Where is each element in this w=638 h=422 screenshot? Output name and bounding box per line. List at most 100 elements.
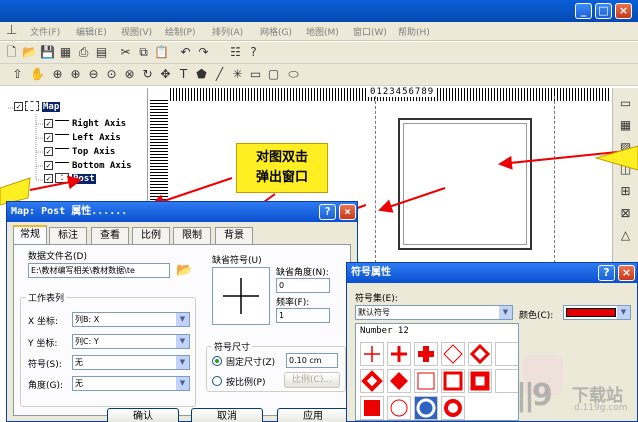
tab-view[interactable]: 查看 bbox=[91, 227, 129, 244]
symbol-square-outline[interactable] bbox=[414, 369, 438, 393]
menu-view[interactable]: 视图(V) bbox=[121, 25, 152, 38]
pan-hand-icon[interactable]: ✋ bbox=[30, 67, 45, 82]
minimize-button[interactable]: _ bbox=[575, 3, 592, 19]
move-icon[interactable]: ✥ bbox=[158, 67, 173, 82]
menu-window[interactable]: 窗口(W) bbox=[353, 25, 387, 38]
symbol-diamond-outline[interactable] bbox=[441, 342, 465, 366]
cancel-button[interactable]: 取消 bbox=[191, 408, 263, 422]
polygon-icon[interactable]: ⬟ bbox=[194, 67, 209, 82]
rotate-icon[interactable]: ↻ bbox=[140, 67, 155, 82]
palette-map-icon-5[interactable]: ⊞ bbox=[618, 184, 633, 199]
ellipse-icon[interactable]: ⬭ bbox=[286, 67, 301, 82]
palette-map-icon-6[interactable]: ⊠ bbox=[618, 206, 633, 221]
maximize-button[interactable]: □ bbox=[595, 3, 612, 19]
redo-icon[interactable]: ↷ bbox=[196, 45, 211, 60]
symbol-square-bold[interactable] bbox=[468, 369, 492, 393]
tab-general[interactable]: 常规 bbox=[13, 225, 47, 244]
chevron-down-icon[interactable]: ▼ bbox=[176, 335, 189, 348]
menu-file[interactable]: 文件(F) bbox=[30, 25, 60, 38]
symbol-circle-thick[interactable] bbox=[441, 396, 465, 420]
symbol-plus-bold[interactable] bbox=[414, 342, 438, 366]
default-symbol-preview[interactable] bbox=[212, 267, 270, 325]
color-select[interactable]: ▼ bbox=[563, 305, 631, 320]
palette-map-icon-3[interactable]: ▨ bbox=[618, 140, 633, 155]
symbol-square-thick[interactable] bbox=[441, 369, 465, 393]
menu-arrange[interactable]: 排列(A) bbox=[212, 25, 243, 38]
print-icon[interactable]: ⎙ bbox=[76, 45, 91, 60]
worksheet-icon[interactable]: ▦ bbox=[58, 45, 73, 60]
zoom-page-icon[interactable]: ⊗ bbox=[122, 67, 137, 82]
symbol-circle-outline[interactable] bbox=[387, 396, 411, 420]
menu-help[interactable]: 帮助(H) bbox=[398, 25, 430, 38]
chevron-down-icon[interactable]: ▼ bbox=[176, 356, 189, 369]
print-preview-icon[interactable]: ▤ bbox=[94, 45, 109, 60]
zoom-out-icon[interactable]: ⊖ bbox=[86, 67, 101, 82]
scale-button[interactable]: 比例(C)... bbox=[284, 372, 340, 388]
help-button[interactable]: ? bbox=[598, 265, 615, 281]
object-manager-icon[interactable]: ☷ bbox=[228, 45, 243, 60]
map-dialog-close-button[interactable]: × bbox=[339, 204, 356, 220]
palette-map-icon-7[interactable]: △ bbox=[618, 228, 633, 243]
default-angle-field[interactable]: 0 bbox=[276, 278, 330, 293]
y-coord-select[interactable]: 列C: Y ▼ bbox=[72, 334, 190, 349]
fixed-size-radio[interactable] bbox=[212, 356, 222, 366]
zoom-in-icon[interactable]: ⊕ bbox=[68, 67, 83, 82]
x-coord-select[interactable]: 列B: X ▼ bbox=[72, 312, 190, 327]
symbol-empty[interactable] bbox=[495, 342, 518, 366]
data-file-field[interactable]: E:\教材编写相关\教材数据\te bbox=[28, 263, 170, 278]
ok-button[interactable]: 确认 bbox=[107, 408, 179, 422]
open-folder-icon[interactable]: 📂 bbox=[22, 45, 37, 60]
symbol-diamond-ring[interactable] bbox=[360, 369, 384, 393]
symbol-plus-thin[interactable] bbox=[360, 342, 384, 366]
cut-icon[interactable]: ✂ bbox=[118, 45, 133, 60]
by-scale-radio[interactable] bbox=[212, 376, 222, 386]
frequency-field[interactable]: 1 bbox=[276, 308, 330, 323]
symbol-square-filled[interactable] bbox=[360, 396, 384, 420]
context-help-icon[interactable]: ? bbox=[246, 45, 261, 60]
symbol-grid[interactable]: Number 12 bbox=[355, 323, 519, 421]
menu-draw[interactable]: 绘制(P) bbox=[165, 25, 195, 38]
apply-button[interactable]: 应用 bbox=[277, 408, 349, 422]
palette-map-icon-4[interactable]: ◫ bbox=[618, 162, 633, 177]
symbol-circle-selected[interactable] bbox=[414, 396, 438, 420]
map-frame[interactable] bbox=[398, 118, 532, 250]
copy-icon[interactable]: ⧉ bbox=[136, 45, 151, 60]
text-tool-icon[interactable]: T bbox=[176, 67, 191, 82]
menu-edit[interactable]: 编辑(E) bbox=[76, 25, 107, 38]
symbol-set-select[interactable]: 默认符号 ▼ bbox=[355, 305, 513, 320]
chevron-down-icon[interactable]: ▼ bbox=[176, 313, 189, 326]
rectangle-icon[interactable]: ▭ bbox=[248, 67, 263, 82]
polyline-icon[interactable]: ╱ bbox=[212, 67, 227, 82]
menu-grid[interactable]: 网格(G) bbox=[260, 25, 292, 38]
symbol-diamond-thick[interactable] bbox=[468, 342, 492, 366]
symbol-tool-icon[interactable]: ✳ bbox=[230, 67, 245, 82]
zoom-rect-icon[interactable]: ⊕ bbox=[50, 67, 65, 82]
select-arrow-icon[interactable]: ⇧ bbox=[10, 67, 25, 82]
palette-map-icon-2[interactable]: ▦ bbox=[618, 118, 633, 133]
symbol-plus-medium[interactable] bbox=[387, 342, 411, 366]
tab-labels[interactable]: 标注 bbox=[49, 227, 87, 244]
undo-icon[interactable]: ↶ bbox=[178, 45, 193, 60]
app-menu-icon[interactable]: ⊥ bbox=[6, 23, 17, 38]
tab-background[interactable]: 背景 bbox=[215, 227, 253, 244]
open-folder-icon[interactable]: 📂 bbox=[176, 263, 192, 278]
symbol-diamond-filled[interactable] bbox=[387, 369, 411, 393]
angle-column-select[interactable]: 无 ▼ bbox=[72, 376, 190, 391]
palette-map-icon-1[interactable]: ▭ bbox=[618, 96, 633, 111]
rounded-rect-icon[interactable]: ▢ bbox=[266, 67, 281, 82]
zoom-fit-icon[interactable]: ⊙ bbox=[104, 67, 119, 82]
new-file-icon[interactable]: 🗋 bbox=[4, 45, 19, 60]
chevron-down-icon[interactable]: ▼ bbox=[499, 306, 512, 319]
chevron-down-icon[interactable]: ▼ bbox=[617, 306, 630, 319]
tab-limits[interactable]: 限制 bbox=[173, 227, 211, 244]
fixed-size-field[interactable]: 0.10 cm bbox=[286, 353, 338, 368]
chevron-down-icon[interactable]: ▼ bbox=[176, 377, 189, 390]
paste-icon[interactable]: 📋 bbox=[154, 45, 169, 60]
help-button[interactable]: ? bbox=[319, 204, 336, 220]
save-icon[interactable]: 💾 bbox=[40, 45, 55, 60]
menu-map[interactable]: 地图(M) bbox=[306, 25, 339, 38]
symbol-column-select[interactable]: 无 ▼ bbox=[72, 355, 190, 370]
symbol-dialog-close-button[interactable]: × bbox=[618, 265, 635, 281]
tab-scale[interactable]: 比例 bbox=[132, 227, 170, 244]
close-button[interactable]: × bbox=[615, 3, 632, 19]
